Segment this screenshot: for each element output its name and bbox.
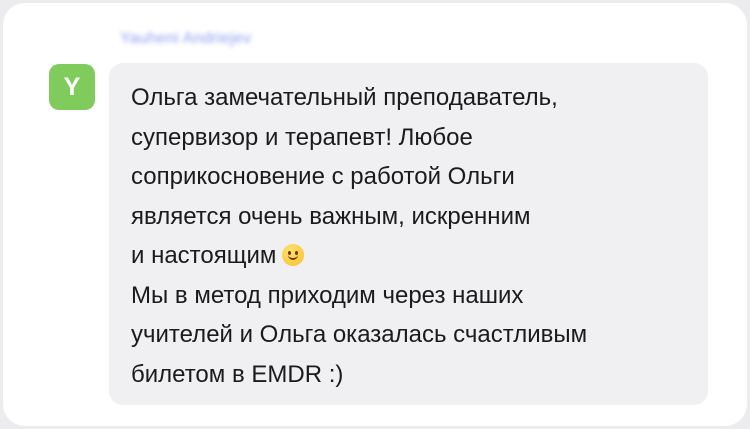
message-bubble: Ольга замечательный преподаватель, супер…: [109, 63, 708, 405]
message-line: супервизор и терапевт! Любое: [131, 123, 473, 151]
message-line: билетом в EMDR :): [131, 360, 344, 388]
message-line-with-emoji: и настоящим: [131, 236, 698, 276]
message-line: является очень важным, искренним: [131, 202, 531, 230]
message-line: соприкосновение с работой Ольги: [131, 163, 515, 190]
chat-message-card: Yauheni Andriejev Y Ольга замечательный …: [3, 3, 747, 426]
message-line: Ольга замечательный преподаватель,: [131, 84, 558, 111]
sender-name: Yauheni Andriejev: [120, 30, 252, 47]
message-line: Мы в метод приходим через наших: [131, 281, 524, 309]
slightly-smiling-face-icon: [282, 244, 305, 266]
message-line: учителей и Ольга оказалась счастливым: [131, 321, 588, 348]
message-line-text: и настоящим: [131, 242, 277, 269]
avatar[interactable]: Y: [49, 64, 95, 110]
